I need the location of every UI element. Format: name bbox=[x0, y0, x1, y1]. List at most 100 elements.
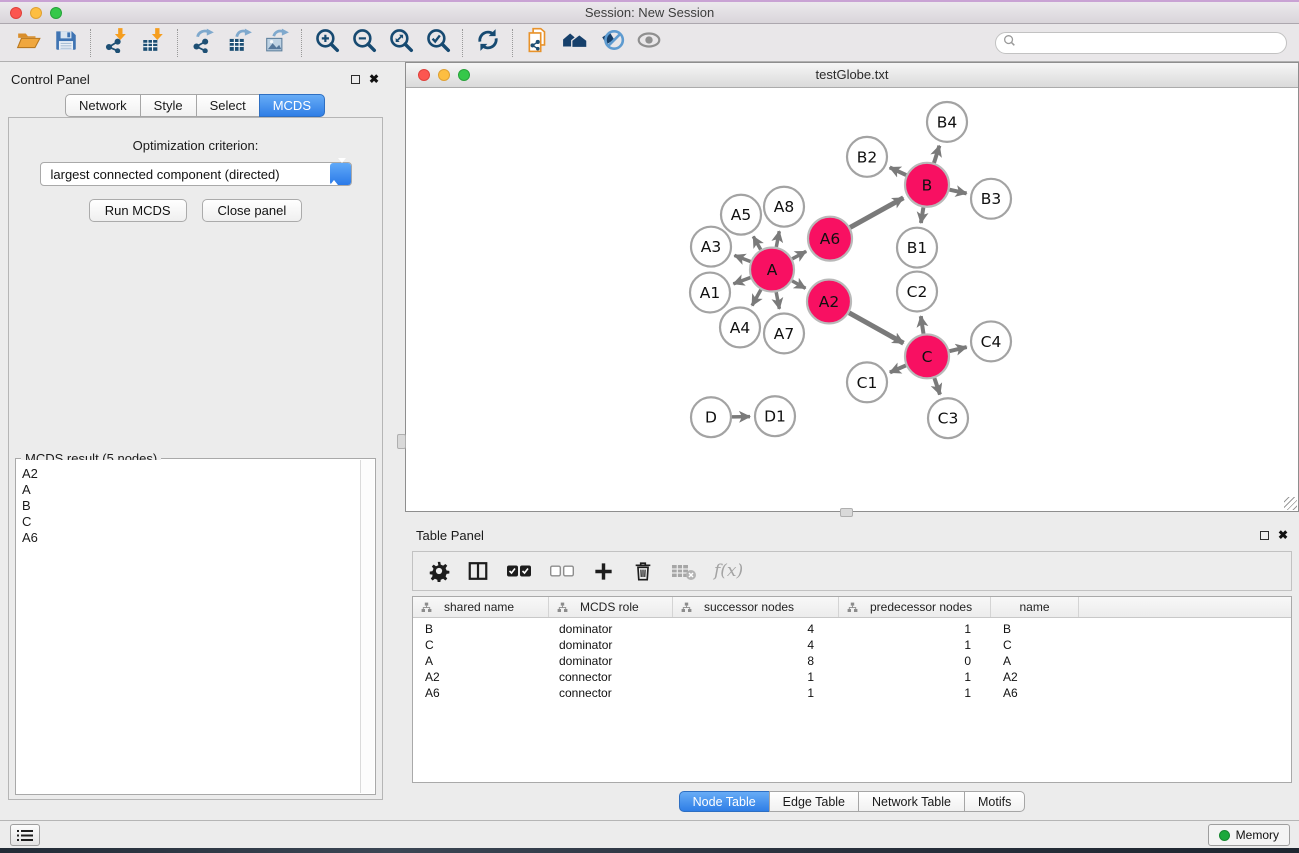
result-scrollbar[interactable] bbox=[360, 460, 374, 793]
task-history-button[interactable] bbox=[10, 824, 40, 846]
table-cell[interactable]: 1 bbox=[839, 622, 991, 636]
table-row[interactable]: Adominator80A bbox=[413, 653, 1291, 669]
table-cell[interactable]: 0 bbox=[839, 654, 991, 668]
mcds-result-list[interactable]: A2ABCA6 bbox=[17, 460, 360, 793]
table-row[interactable]: Cdominator41C bbox=[413, 637, 1291, 653]
close-panel-icon[interactable]: ✖ bbox=[1278, 529, 1288, 541]
graph-edge-B-B4[interactable] bbox=[934, 146, 939, 163]
float-panel-icon[interactable] bbox=[351, 75, 360, 84]
network-close-traffic-light[interactable] bbox=[418, 69, 430, 81]
graph-edge-B-B3[interactable] bbox=[950, 190, 967, 194]
table-cell[interactable]: 1 bbox=[673, 686, 839, 700]
table-cell[interactable]: 1 bbox=[673, 670, 839, 684]
graph-edge-A-A3[interactable] bbox=[734, 255, 750, 261]
select-all-icon[interactable] bbox=[506, 563, 532, 579]
graph-edge-A-A1[interactable] bbox=[733, 278, 750, 284]
run-mcds-button[interactable]: Run MCDS bbox=[89, 199, 187, 222]
table-cell[interactable]: A bbox=[991, 654, 1079, 668]
tab-select[interactable]: Select bbox=[196, 94, 260, 117]
export-image-button[interactable] bbox=[258, 27, 295, 58]
table-cell[interactable]: connector bbox=[549, 686, 673, 700]
table-cell[interactable]: 1 bbox=[839, 670, 991, 684]
table-row[interactable]: A6connector11A6 bbox=[413, 685, 1291, 701]
home-button[interactable] bbox=[556, 27, 593, 58]
close-panel-button[interactable]: Close panel bbox=[202, 199, 303, 222]
graph-edge-C-C2[interactable] bbox=[921, 316, 924, 334]
tab-style[interactable]: Style bbox=[140, 94, 197, 117]
import-table-button[interactable] bbox=[134, 27, 171, 58]
export-network-button[interactable] bbox=[184, 27, 221, 58]
table-cell[interactable]: A6 bbox=[413, 686, 549, 700]
graph-edge-A-A7[interactable] bbox=[776, 292, 779, 309]
column-header-MCDS-role[interactable]: MCDS role bbox=[549, 597, 673, 617]
memory-button[interactable]: Memory bbox=[1208, 824, 1290, 846]
graph-edge-A-A6[interactable] bbox=[792, 251, 806, 258]
table-cell[interactable]: A2 bbox=[413, 670, 549, 684]
mcds-result-item[interactable]: A6 bbox=[22, 530, 360, 546]
mcds-result-item[interactable]: B bbox=[22, 498, 360, 514]
refresh-view-button[interactable] bbox=[469, 27, 506, 58]
table-cell[interactable]: B bbox=[991, 622, 1079, 636]
table-cell[interactable]: dominator bbox=[549, 638, 673, 652]
import-network-button[interactable] bbox=[97, 27, 134, 58]
graph-edge-A-A2[interactable] bbox=[792, 281, 805, 288]
window-resize-grip[interactable] bbox=[1284, 497, 1297, 510]
panel-divider-grip[interactable] bbox=[397, 434, 406, 449]
tab-motifs[interactable]: Motifs bbox=[964, 791, 1025, 812]
search-input[interactable] bbox=[1020, 36, 1279, 50]
network-maximize-traffic-light[interactable] bbox=[458, 69, 470, 81]
table-cell[interactable]: 4 bbox=[673, 638, 839, 652]
graph-edge-A6-B[interactable] bbox=[850, 198, 903, 228]
close-panel-icon[interactable]: ✖ bbox=[369, 73, 379, 85]
minimize-traffic-light[interactable] bbox=[30, 7, 42, 19]
add-column-icon[interactable] bbox=[592, 560, 615, 583]
table-cell[interactable]: A2 bbox=[991, 670, 1079, 684]
close-traffic-light[interactable] bbox=[10, 7, 22, 19]
settings-gear-icon[interactable] bbox=[428, 560, 450, 582]
table-cell[interactable]: dominator bbox=[549, 654, 673, 668]
mcds-result-item[interactable]: C bbox=[22, 514, 360, 530]
zoom-selected-button[interactable] bbox=[419, 27, 456, 58]
delete-table-icon[interactable] bbox=[671, 561, 697, 581]
zoom-fit-button[interactable] bbox=[382, 27, 419, 58]
mcds-result-item[interactable]: A2 bbox=[22, 466, 360, 482]
table-cell[interactable]: A6 bbox=[991, 686, 1079, 700]
function-builder-icon[interactable]: f(x) bbox=[714, 561, 743, 581]
column-header-shared-name[interactable]: shared name bbox=[413, 597, 549, 617]
table-cell[interactable]: C bbox=[991, 638, 1079, 652]
graph-edge-B-B2[interactable] bbox=[890, 167, 907, 175]
export-table-button[interactable] bbox=[221, 27, 258, 58]
zoom-out-button[interactable] bbox=[345, 27, 382, 58]
dropdown-stepper-icon[interactable] bbox=[330, 163, 351, 185]
search-field[interactable] bbox=[995, 32, 1287, 54]
graph-edge-C-C1[interactable] bbox=[890, 365, 906, 372]
column-header-name[interactable]: name bbox=[991, 597, 1079, 617]
graph-edge-C-C4[interactable] bbox=[949, 347, 966, 351]
save-session-button[interactable] bbox=[47, 27, 84, 58]
network-minimize-traffic-light[interactable] bbox=[438, 69, 450, 81]
show-columns-icon[interactable] bbox=[467, 560, 489, 582]
table-cell[interactable]: 4 bbox=[673, 622, 839, 636]
panel-divider-grip[interactable] bbox=[840, 508, 853, 517]
table-row[interactable]: Bdominator41B bbox=[413, 621, 1291, 637]
graph-edge-B-B1[interactable] bbox=[921, 207, 924, 223]
table-cell[interactable]: B bbox=[413, 622, 549, 636]
mcds-result-item[interactable]: A bbox=[22, 482, 360, 498]
table-cell[interactable]: 1 bbox=[839, 686, 991, 700]
float-panel-icon[interactable] bbox=[1260, 531, 1269, 540]
criterion-dropdown[interactable]: largest connected component (directed) bbox=[40, 162, 352, 186]
delete-column-icon[interactable] bbox=[632, 560, 654, 582]
table-row[interactable]: A2connector11A2 bbox=[413, 669, 1291, 685]
tab-network-table[interactable]: Network Table bbox=[858, 791, 965, 812]
graph-edge-A-A8[interactable] bbox=[776, 231, 779, 247]
tab-mcds[interactable]: MCDS bbox=[259, 94, 325, 117]
new-session-from-network-button[interactable] bbox=[519, 27, 556, 58]
graph-edge-C-C3[interactable] bbox=[934, 378, 940, 394]
graph-edge-A-A5[interactable] bbox=[753, 236, 760, 249]
column-header-predecessor-nodes[interactable]: predecessor nodes bbox=[839, 597, 991, 617]
graph-edge-A-A4[interactable] bbox=[752, 290, 761, 306]
zoom-in-button[interactable] bbox=[308, 27, 345, 58]
tab-network[interactable]: Network bbox=[65, 94, 141, 117]
maximize-traffic-light[interactable] bbox=[50, 7, 62, 19]
network-canvas[interactable]: AA1A2A3A4A5A6A7A8BB1B2B3B4CC1C2C3C4DD1 bbox=[406, 89, 1298, 511]
